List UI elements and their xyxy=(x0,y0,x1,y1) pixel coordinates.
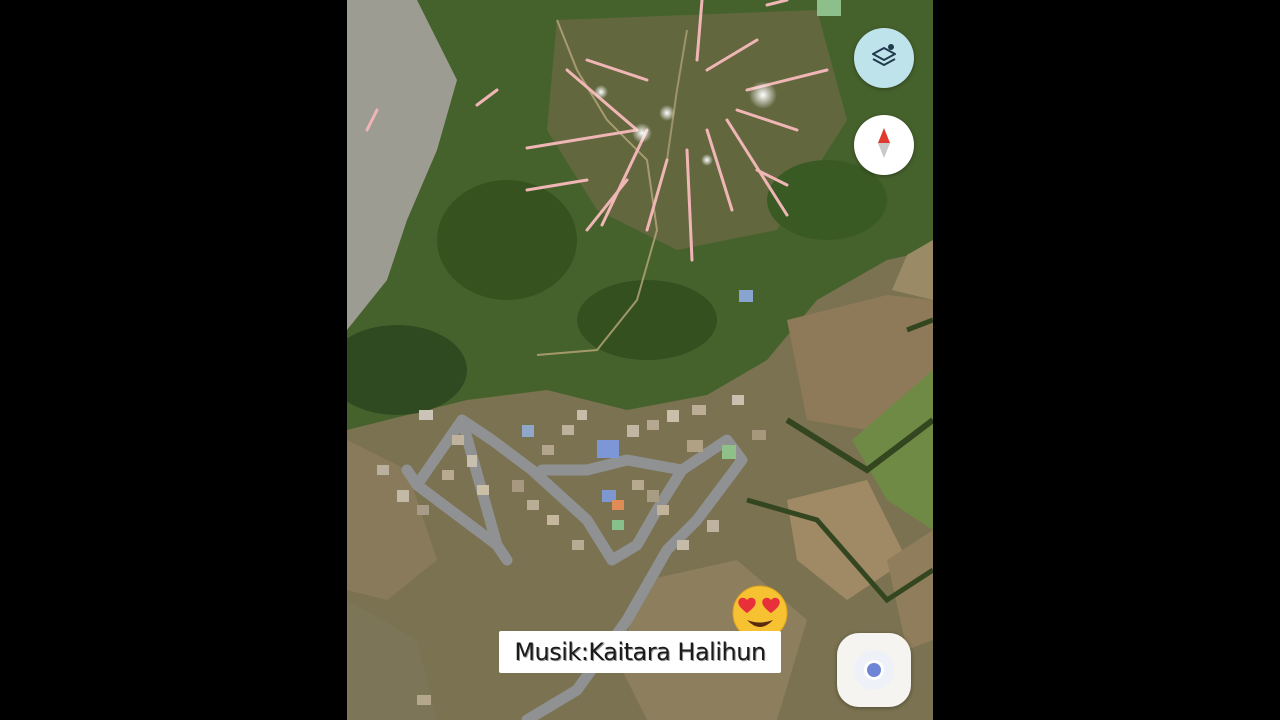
music-caption: Musik:Kaitara Halihun xyxy=(499,631,781,673)
location-dot xyxy=(867,663,881,677)
map-viewport[interactable]: Musik:Kaitara Halihun xyxy=(347,0,933,720)
tree-cluster xyxy=(437,180,577,300)
layers-icon xyxy=(869,41,899,75)
my-location-button[interactable] xyxy=(837,633,911,707)
my-location-icon xyxy=(854,650,894,690)
layers-button[interactable] xyxy=(854,28,914,88)
music-caption-text: Musik:Kaitara Halihun xyxy=(514,638,766,666)
compass-button[interactable] xyxy=(854,115,914,175)
satellite-map[interactable] xyxy=(347,0,933,720)
compass-icon xyxy=(874,126,894,164)
tree-cluster xyxy=(767,160,887,240)
